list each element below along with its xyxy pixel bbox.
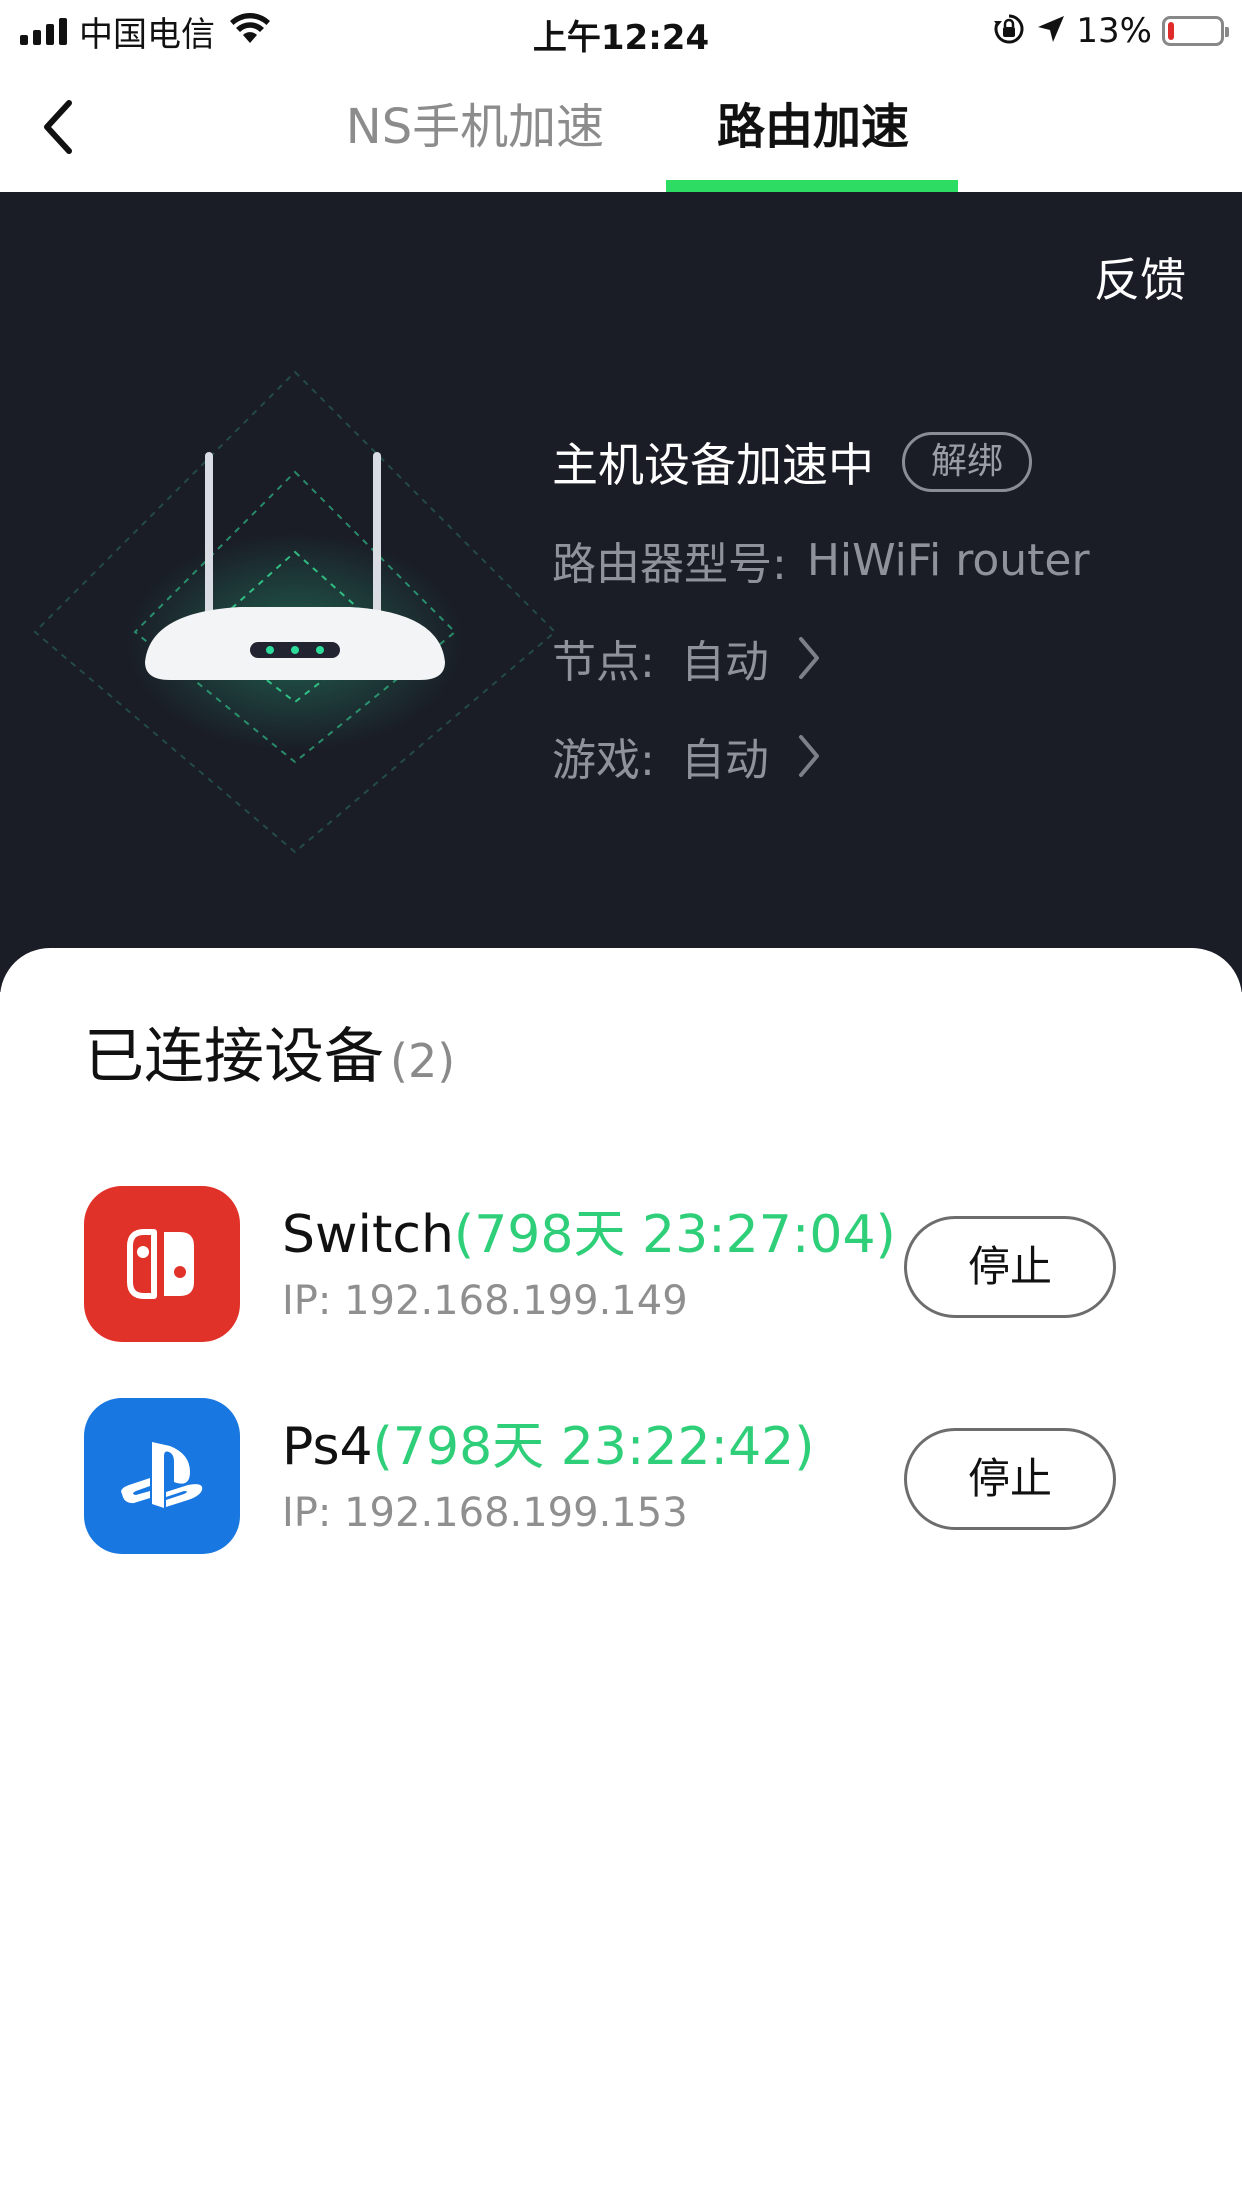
section-title: 已连接设备 (2) (84, 1008, 455, 1095)
feedback-button[interactable]: 反馈 (1094, 244, 1186, 310)
node-label: 节点: (552, 637, 655, 688)
router-hero-panel: 反馈 主机设备加速中 解绑 路由器型号: HiWiFi router 节点: 自… (0, 192, 1242, 992)
playstation-icon (84, 1398, 240, 1554)
connected-devices-count: (2) (390, 1034, 456, 1088)
device-row: Ps4(798天 23:22:42) IP: 192.168.199.153 停… (84, 1398, 1174, 1558)
game-label: 游戏: (552, 735, 655, 786)
status-bar: 中国电信 上午12:24 13% (0, 0, 1242, 62)
game-value: 自动 (680, 735, 769, 786)
unbind-button[interactable]: 解绑 (902, 432, 1033, 492)
device-uptime: (798天 23:27:04) (453, 1205, 896, 1265)
chevron-right-icon (797, 635, 821, 681)
device-ip: IP: 192.168.199.149 (282, 1278, 688, 1324)
device-row: Switch(798天 23:27:04) IP: 192.168.199.14… (84, 1186, 1174, 1346)
back-button[interactable] (22, 92, 92, 162)
battery-percent: 13% (1076, 11, 1152, 51)
device-name-line: Ps4(798天 23:22:42) (282, 1404, 815, 1479)
host-status-row: 主机设备加速中 解绑 (552, 427, 1090, 497)
chevron-left-icon (44, 100, 72, 154)
device-name-line: Switch(798天 23:27:04) (282, 1192, 896, 1267)
host-status: 主机设备加速中 (552, 438, 874, 492)
tab-ns-phone-accel[interactable]: NS手机加速 (320, 92, 630, 162)
chevron-right-icon (797, 733, 821, 779)
router-icon (33, 370, 557, 854)
device-name: Switch (282, 1205, 454, 1265)
device-uptime: (798天 23:22:42) (372, 1417, 815, 1477)
tab-router-accel[interactable]: 路由加速 (668, 92, 958, 162)
location-icon (1036, 14, 1066, 48)
battery-icon (1162, 16, 1229, 46)
stop-button[interactable]: 停止 (904, 1216, 1116, 1318)
active-tab-indicator (666, 180, 958, 192)
device-name: Ps4 (282, 1417, 373, 1477)
nintendo-switch-icon (84, 1186, 240, 1342)
node-value: 自动 (680, 637, 769, 688)
connected-devices-panel: 已连接设备 (2) Switch(798天 23:27:04) IP: 192.… (0, 948, 1242, 2208)
router-model-label: 路由器型号: (552, 539, 787, 590)
router-model-value: HiWiFi router (806, 534, 1090, 586)
game-row[interactable]: 游戏: 自动 (552, 721, 1090, 791)
nav-bar: NS手机加速 路由加速 (0, 62, 1242, 192)
node-row[interactable]: 节点: 自动 (552, 623, 1090, 693)
battery-level-fill (1168, 22, 1174, 40)
router-illustration (0, 352, 600, 872)
status-right: 13% (992, 10, 1229, 52)
stop-button[interactable]: 停止 (904, 1428, 1116, 1530)
device-ip: IP: 192.168.199.153 (282, 1490, 688, 1536)
connected-devices-title: 已连接设备 (84, 1022, 384, 1092)
router-model-row: 路由器型号: HiWiFi router (552, 525, 1090, 595)
router-info: 主机设备加速中 解绑 路由器型号: HiWiFi router 节点: 自动 游… (552, 427, 1090, 791)
rotation-lock-icon (992, 12, 1026, 50)
